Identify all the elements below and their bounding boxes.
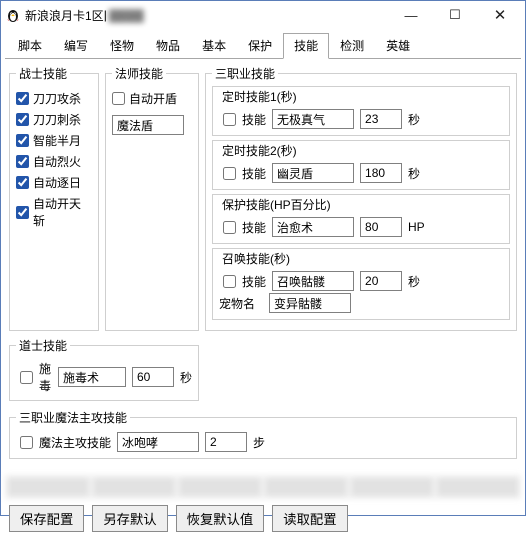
poison-chk[interactable]: 施毒 (16, 360, 52, 394)
save-default-button[interactable]: 另存默认 (92, 505, 167, 532)
protect-group: 保护技能(HP百分比) 技能 HP (212, 194, 510, 244)
pet-label: 宠物名 (219, 295, 263, 312)
warrior-c2[interactable]: 刀刀刺杀 (16, 111, 92, 128)
minimize-button[interactable]: — (389, 2, 433, 28)
main-magic-group: 三职业魔法主攻技能 魔法主攻技能 步 (9, 409, 517, 459)
main-magic-val[interactable] (205, 432, 247, 452)
maximize-button[interactable]: ☐ (433, 2, 477, 28)
protect-name[interactable] (272, 217, 354, 237)
protect-chk[interactable]: 技能 (219, 218, 266, 237)
summon-name[interactable] (272, 271, 354, 291)
sanclass-group: 三职业技能 定时技能1(秒) 技能 秒 定时技能2(秒) 技能 秒 (205, 65, 517, 331)
warrior-c4[interactable]: 自动烈火 (16, 153, 92, 170)
tab-hero[interactable]: 英雄 (375, 33, 421, 59)
tab-monster[interactable]: 怪物 (99, 33, 145, 59)
poison-name[interactable] (58, 367, 126, 387)
mage-shield-input[interactable] (112, 115, 184, 135)
warrior-c5[interactable]: 自动逐日 (16, 174, 92, 191)
tab-script[interactable]: 脚本 (7, 33, 53, 59)
warrior-group: 战士技能 刀刀攻杀 刀刀刺杀 智能半月 自动烈火 自动逐日 自动开天斩 (9, 65, 99, 331)
warrior-c1[interactable]: 刀刀攻杀 (16, 90, 92, 107)
tab-protect[interactable]: 保护 (237, 33, 283, 59)
summon-chk[interactable]: 技能 (219, 272, 266, 291)
tab-item[interactable]: 物品 (145, 33, 191, 59)
timed1-chk[interactable]: 技能 (219, 110, 266, 129)
window-subtitle: ▓▓▓▓ (109, 8, 144, 22)
close-button[interactable]: ✕ (477, 2, 523, 28)
poison-val[interactable] (132, 367, 174, 387)
timed1-name[interactable] (272, 109, 354, 129)
timed2-chk[interactable]: 技能 (219, 164, 266, 183)
main-magic-name[interactable] (117, 432, 199, 452)
taoist-legend: 道士技能 (16, 337, 70, 354)
summon-val[interactable] (360, 271, 402, 291)
tab-detect[interactable]: 检测 (329, 33, 375, 59)
button-row: 保存配置 另存默认 恢复默认值 读取配置 (1, 499, 525, 538)
timed1-group: 定时技能1(秒) 技能 秒 (212, 86, 510, 136)
window-title: 新浪浪月卡1区 (25, 7, 104, 24)
mage-legend: 法师技能 (112, 65, 166, 82)
title-bar: 新浪浪月卡1区 | ▓▓▓▓ — ☐ ✕ (1, 1, 525, 29)
protect-val[interactable] (360, 217, 402, 237)
timed1-val[interactable] (360, 109, 402, 129)
load-config-button[interactable]: 读取配置 (272, 505, 347, 532)
sanclass-legend: 三职业技能 (212, 65, 278, 82)
summon-group: 召唤技能(秒) 技能 秒 宠物名 (212, 248, 510, 320)
mage-autoshield[interactable]: 自动开盾 (112, 90, 192, 107)
app-icon (5, 7, 21, 23)
tab-edit[interactable]: 编写 (53, 33, 99, 59)
taoist-group: 道士技能 施毒 秒 (9, 337, 199, 401)
main-magic-legend: 三职业魔法主攻技能 (16, 409, 130, 426)
timed2-val[interactable] (360, 163, 402, 183)
warrior-c3[interactable]: 智能半月 (16, 132, 92, 149)
pet-name[interactable] (269, 293, 351, 313)
warrior-c6[interactable]: 自动开天斩 (16, 195, 92, 229)
tab-skill[interactable]: 技能 (283, 33, 329, 59)
save-config-button[interactable]: 保存配置 (9, 505, 84, 532)
tab-basic[interactable]: 基本 (191, 33, 237, 59)
mage-group: 法师技能 自动开盾 (105, 65, 199, 331)
warrior-legend: 战士技能 (16, 65, 70, 82)
timed2-name[interactable] (272, 163, 354, 183)
obscured-row (5, 475, 521, 499)
restore-default-button[interactable]: 恢复默认值 (176, 505, 265, 532)
timed2-group: 定时技能2(秒) 技能 秒 (212, 140, 510, 190)
main-magic-chk[interactable]: 魔法主攻技能 (16, 433, 111, 452)
tab-content: 战士技能 刀刀攻杀 刀刀刺杀 智能半月 自动烈火 自动逐日 自动开天斩 法师技能… (5, 58, 521, 463)
tab-bar: 脚本 编写 怪物 物品 基本 保护 技能 检测 英雄 (1, 29, 525, 58)
